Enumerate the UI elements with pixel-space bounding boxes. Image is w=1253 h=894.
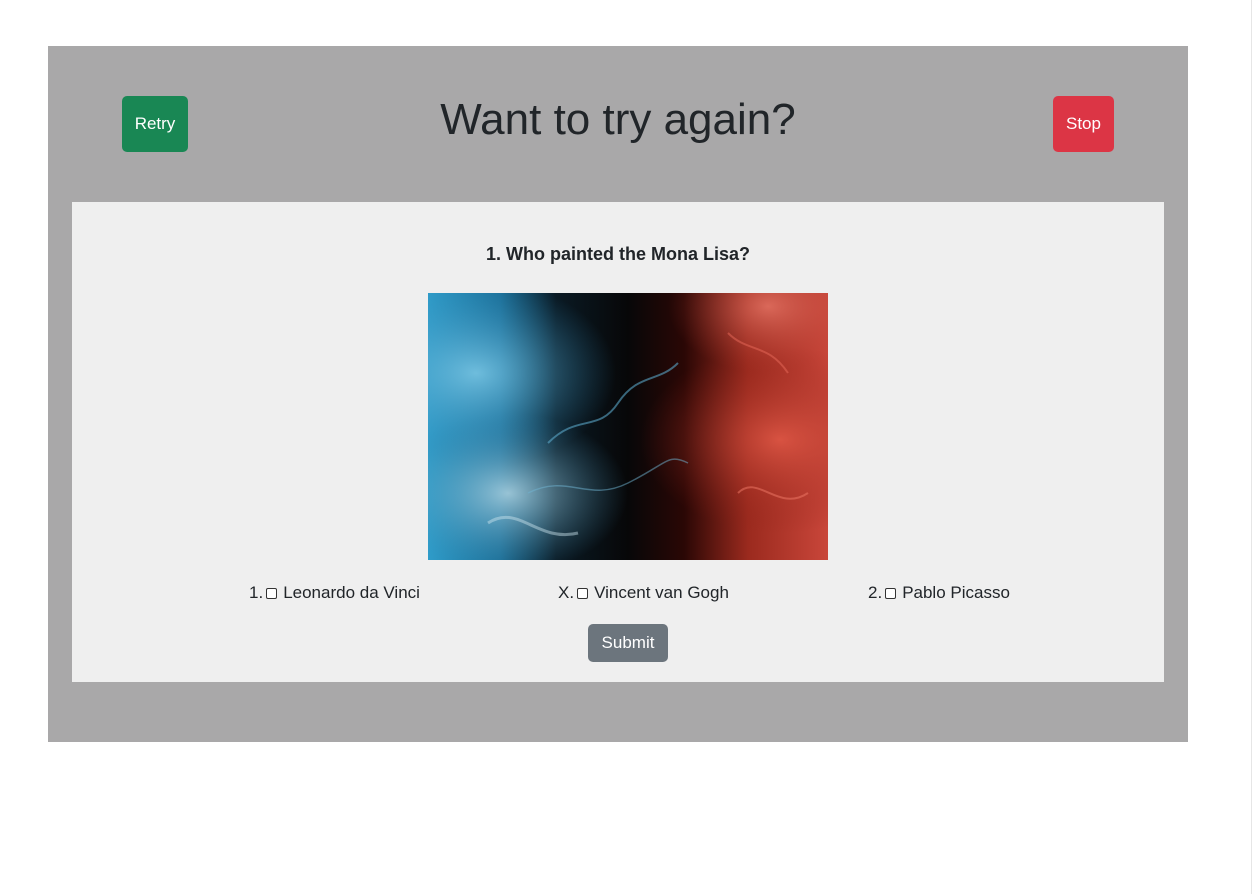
option-checkbox[interactable] bbox=[577, 587, 589, 599]
option-leonardo-da-vinci[interactable]: 1. Leonardo da Vinci bbox=[249, 582, 420, 604]
option-pablo-picasso[interactable]: 2. Pablo Picasso bbox=[868, 582, 1010, 604]
submit-button[interactable]: Submit bbox=[588, 624, 668, 662]
question-card: 1. Who painted the Mona Lisa? 1. Leonard… bbox=[72, 202, 1164, 682]
option-checkbox[interactable] bbox=[266, 587, 278, 599]
option-checkbox[interactable] bbox=[885, 587, 897, 599]
page-edge-divider bbox=[1251, 0, 1252, 894]
stop-button[interactable]: Stop bbox=[1053, 96, 1114, 152]
option-label: Leonardo da Vinci bbox=[283, 583, 420, 602]
question-image bbox=[428, 293, 828, 560]
option-marker: 2. bbox=[868, 583, 883, 602]
option-vincent-van-gogh[interactable]: X. Vincent van Gogh bbox=[558, 582, 729, 604]
retry-panel: Retry Want to try again? Stop 1. Who pai… bbox=[48, 46, 1188, 742]
option-label: Vincent van Gogh bbox=[594, 583, 729, 602]
option-marker: X. bbox=[558, 583, 575, 602]
option-marker: 1. bbox=[249, 583, 264, 602]
page-title: Want to try again? bbox=[440, 95, 796, 144]
option-label: Pablo Picasso bbox=[902, 583, 1010, 602]
question-text: 1. Who painted the Mona Lisa? bbox=[485, 244, 750, 264]
